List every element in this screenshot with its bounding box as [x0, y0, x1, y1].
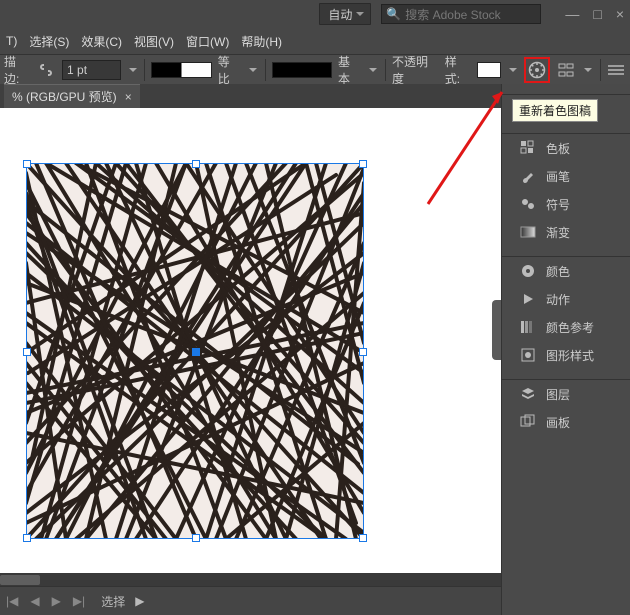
brush-dropdown[interactable]	[367, 64, 379, 76]
artboards-icon	[520, 414, 536, 430]
nav-first-icon[interactable]: |◀	[0, 594, 24, 608]
menu-item-view[interactable]: 视图(V)	[130, 33, 178, 50]
stroke-weight-dropdown[interactable]	[127, 64, 139, 76]
selection-bounds	[26, 163, 364, 539]
handle-bottom-middle[interactable]	[192, 534, 200, 542]
panel-item-color-guide[interactable]: 颜色参考	[502, 313, 630, 341]
panel-item-artboards[interactable]: 画板	[502, 408, 630, 436]
panel-item-brushes[interactable]: 画笔	[502, 162, 630, 190]
panel-item-graphic-styles[interactable]: 图形样式	[502, 341, 630, 369]
search-icon: 🔍	[386, 7, 401, 21]
color-icon	[520, 263, 536, 279]
panel-item-symbols[interactable]: 符号	[502, 190, 630, 218]
panel-item-color[interactable]: 颜色	[502, 257, 630, 285]
panel-item-gradient[interactable]: 渐变	[502, 218, 630, 246]
nav-last-icon[interactable]: ▶|	[67, 594, 91, 608]
handle-top-left[interactable]	[23, 160, 31, 168]
stroke-label: 描边:	[4, 53, 31, 87]
stroke-link-icon[interactable]	[37, 60, 56, 80]
handle-middle-left[interactable]	[23, 348, 31, 356]
handle-top-right[interactable]	[359, 160, 367, 168]
panel-item-swatches[interactable]: 色板	[502, 134, 630, 162]
stroke-weight-input[interactable]: 1 pt	[62, 60, 121, 80]
nav-prev-icon[interactable]: ◀	[24, 594, 45, 608]
handle-top-middle[interactable]	[192, 160, 200, 168]
status-tool[interactable]: 选择▶	[91, 593, 154, 610]
handle-bottom-right[interactable]	[359, 534, 367, 542]
tab-close-button[interactable]: ×	[125, 90, 132, 104]
menu-item[interactable]: T)	[2, 34, 21, 48]
menu-item-effect[interactable]: 效果(C)	[77, 33, 126, 50]
handle-center[interactable]	[192, 348, 200, 356]
recolor-artwork-highlight	[524, 57, 550, 83]
options-bar: 描边: 1 pt 等比 基本 不透明度 样式:	[0, 54, 630, 86]
window-minimize-button[interactable]: —	[565, 6, 579, 22]
menu-item-select[interactable]: 选择(S)	[25, 33, 73, 50]
style-swatch[interactable]	[477, 62, 500, 78]
color-guide-icon	[520, 319, 536, 335]
document-tab[interactable]: % (RGB/GPU 预览) ×	[4, 84, 140, 108]
stroke-profile-swatch[interactable]	[151, 62, 211, 78]
swatches-icon	[520, 140, 536, 156]
handle-middle-right[interactable]	[359, 348, 367, 356]
symbol-icon	[520, 196, 536, 212]
brush-swatch[interactable]	[272, 62, 332, 78]
nav-next-icon[interactable]: ▶	[46, 594, 67, 608]
menu-item-window[interactable]: 窗口(W)	[182, 33, 233, 50]
gradient-icon	[520, 224, 536, 240]
align-icon[interactable]	[556, 60, 575, 80]
play-icon	[520, 291, 536, 307]
title-bar: 自动 🔍 搜索 Adobe Stock — □ ×	[0, 0, 630, 28]
menu-bar: T) 选择(S) 效果(C) 视图(V) 窗口(W) 帮助(H)	[0, 28, 630, 54]
recolor-artwork-button[interactable]	[527, 60, 547, 80]
panel-item-actions[interactable]: 动作	[502, 285, 630, 313]
align-dropdown[interactable]	[582, 64, 594, 76]
more-options-icon[interactable]	[607, 60, 626, 80]
menu-item-help[interactable]: 帮助(H)	[237, 33, 286, 50]
recolor-tooltip: 重新着色图稿	[512, 99, 598, 122]
window-maximize-button[interactable]: □	[593, 6, 601, 22]
selected-artwork[interactable]	[26, 163, 364, 539]
search-input[interactable]: 🔍 搜索 Adobe Stock	[381, 4, 541, 24]
horizontal-scrollbar[interactable]	[0, 573, 502, 587]
layers-icon	[520, 386, 536, 402]
workspace-select[interactable]: 自动	[319, 3, 371, 25]
handle-bottom-left[interactable]	[23, 534, 31, 542]
brush-icon	[520, 168, 536, 184]
panel-dock: 透明度 色板 画笔 符号 渐变 颜色 动作 颜色参考 图形样式 图层 画板	[501, 84, 630, 615]
window-close-button[interactable]: ×	[616, 6, 624, 22]
style-icon	[520, 347, 536, 363]
status-bar: |◀ ◀ ▶ ▶| 选择▶	[0, 586, 502, 615]
stroke-profile-dropdown[interactable]	[247, 64, 259, 76]
horizontal-scroll-thumb[interactable]	[0, 575, 40, 585]
style-dropdown[interactable]	[507, 64, 519, 76]
panel-item-layers[interactable]: 图层	[502, 380, 630, 408]
annotation-arrow	[420, 82, 520, 212]
